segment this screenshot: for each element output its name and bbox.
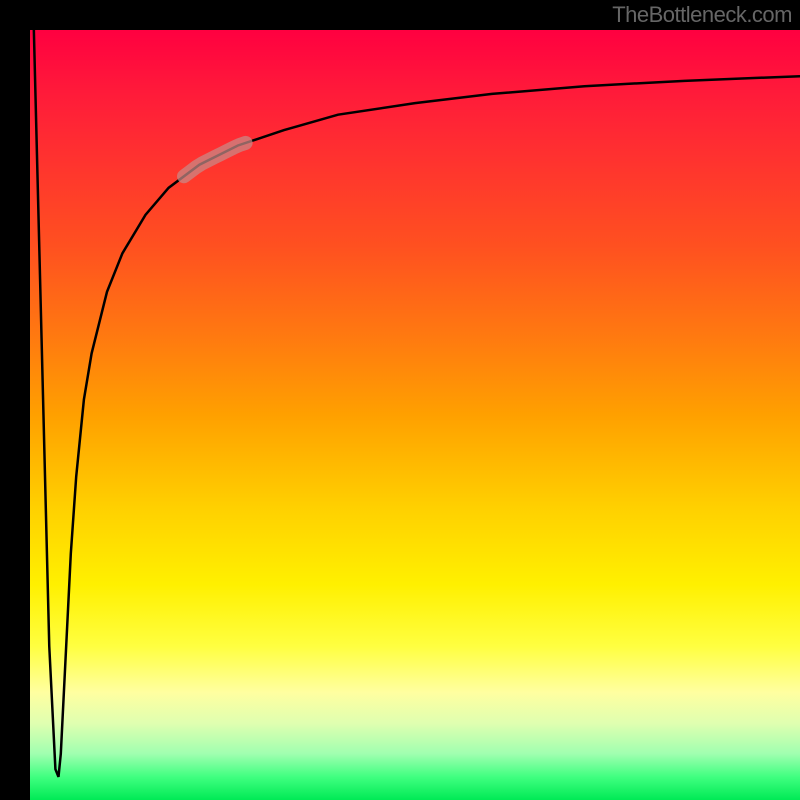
bottleneck-curve (30, 30, 800, 800)
chart-plot-area (30, 30, 800, 800)
attribution-text: TheBottleneck.com (612, 2, 792, 28)
highlight-segment (184, 143, 246, 176)
curve-line (34, 30, 800, 777)
